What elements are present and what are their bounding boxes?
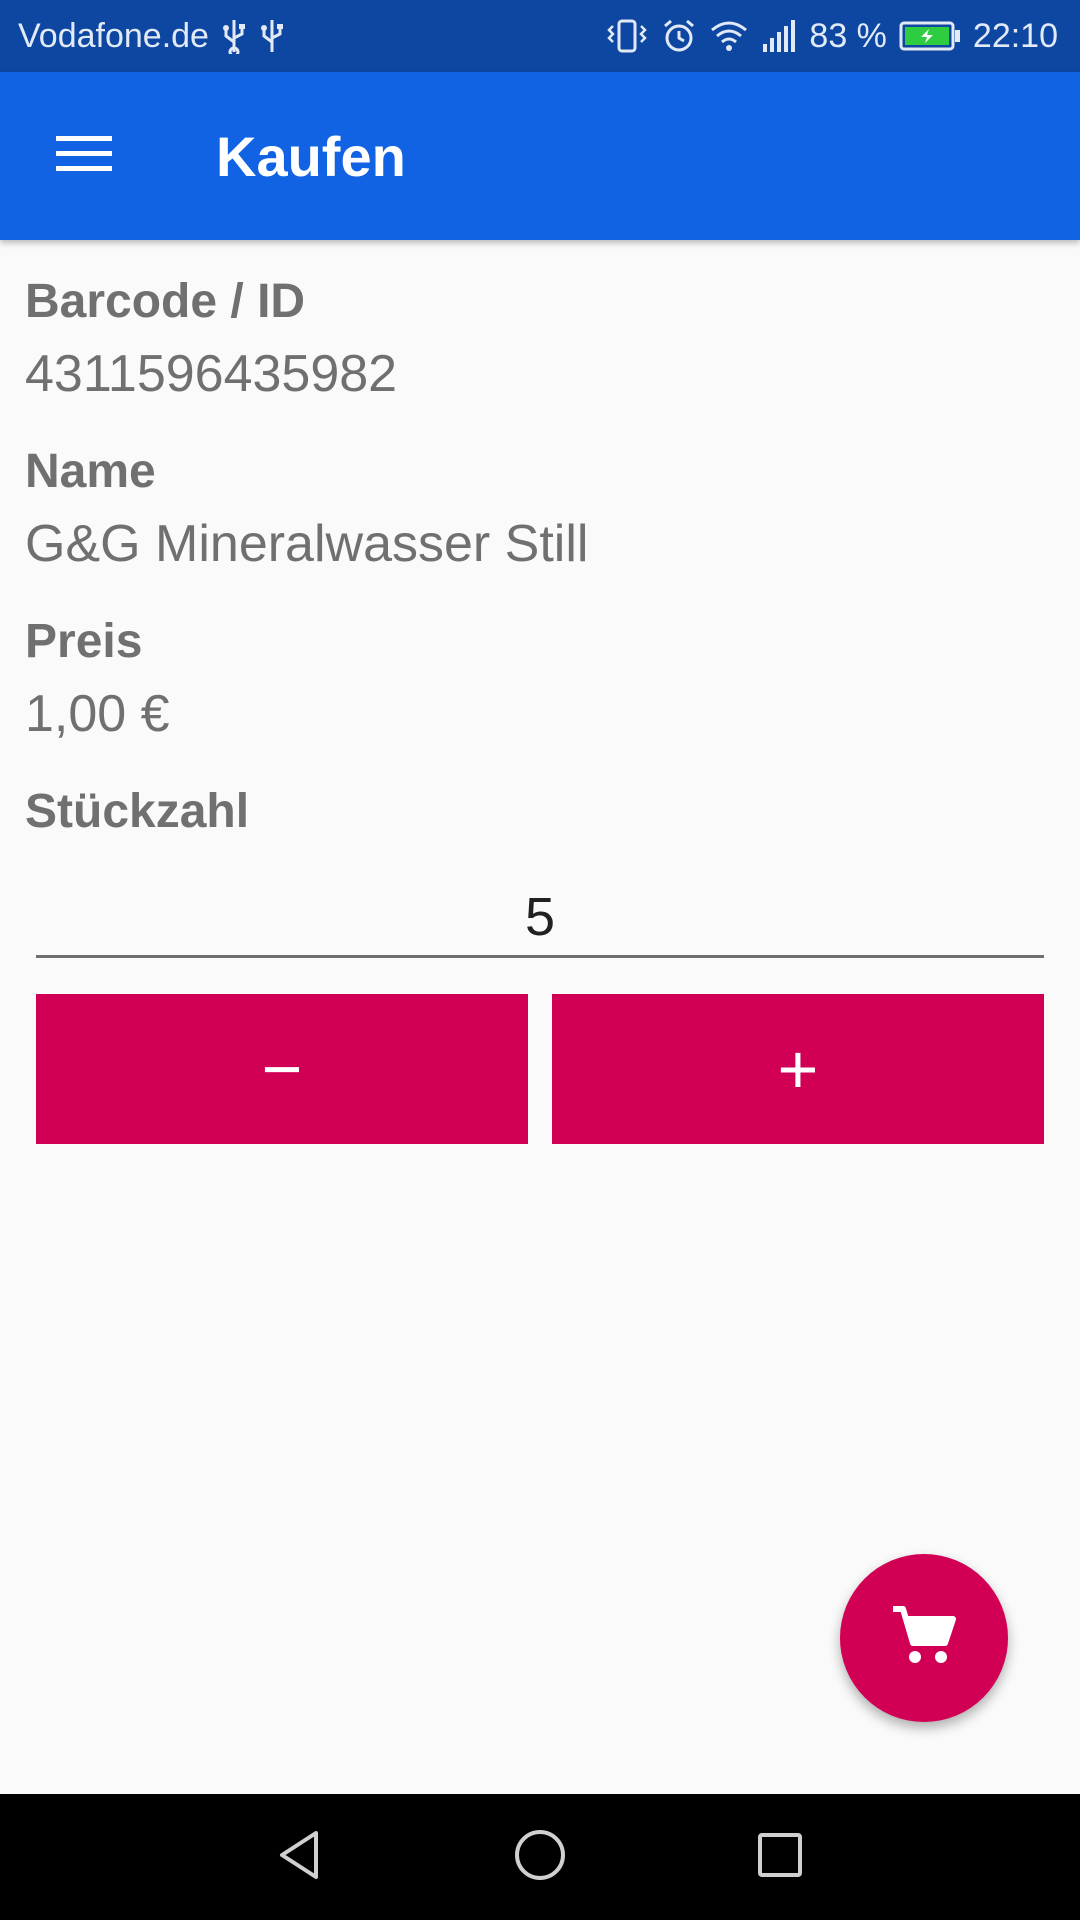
barcode-value: 4311596435982 bbox=[25, 345, 398, 403]
barcode-label: Barcode / ID bbox=[25, 275, 306, 328]
name-label: Name bbox=[25, 445, 156, 498]
add-to-cart-fab[interactable] bbox=[840, 1554, 1008, 1722]
back-icon bbox=[272, 1827, 328, 1888]
status-bar: Vodafone.de 83 % 22:10 bbox=[0, 0, 1080, 72]
price-label: Preis bbox=[25, 615, 143, 668]
status-right: 83 % 22:10 bbox=[605, 17, 1058, 56]
page-title: Kaufen bbox=[216, 124, 406, 188]
signal-icon bbox=[761, 18, 797, 54]
home-icon bbox=[512, 1827, 568, 1888]
hamburger-menu-icon bbox=[56, 134, 112, 179]
increment-button[interactable]: + bbox=[552, 994, 1044, 1144]
vibrate-icon bbox=[605, 18, 649, 54]
status-left: Vodafone.de bbox=[18, 17, 285, 56]
recents-icon bbox=[752, 1827, 808, 1888]
app-bar: Kaufen bbox=[0, 72, 1080, 240]
quantity-label: Stückzahl bbox=[25, 785, 250, 838]
nav-recents-button[interactable] bbox=[740, 1817, 820, 1897]
name-value: G&G Mineralwasser Still bbox=[25, 515, 589, 573]
quantity-input[interactable] bbox=[36, 878, 1044, 958]
price-value: 1,00 € bbox=[25, 685, 170, 743]
nav-back-button[interactable] bbox=[260, 1817, 340, 1897]
decrement-button[interactable]: − bbox=[36, 994, 528, 1144]
battery-percent: 83 % bbox=[809, 16, 887, 55]
menu-button[interactable] bbox=[36, 108, 132, 204]
shopping-cart-icon bbox=[891, 1605, 957, 1672]
alarm-icon bbox=[661, 18, 697, 54]
carrier-name: Vodafone.de bbox=[18, 16, 209, 55]
usb-icon bbox=[221, 18, 247, 54]
clock: 22:10 bbox=[972, 16, 1058, 55]
usb-icon bbox=[259, 18, 285, 54]
battery-charging-icon bbox=[899, 21, 961, 51]
wifi-icon bbox=[709, 18, 749, 54]
system-nav-bar bbox=[0, 1794, 1080, 1920]
nav-home-button[interactable] bbox=[500, 1817, 580, 1897]
